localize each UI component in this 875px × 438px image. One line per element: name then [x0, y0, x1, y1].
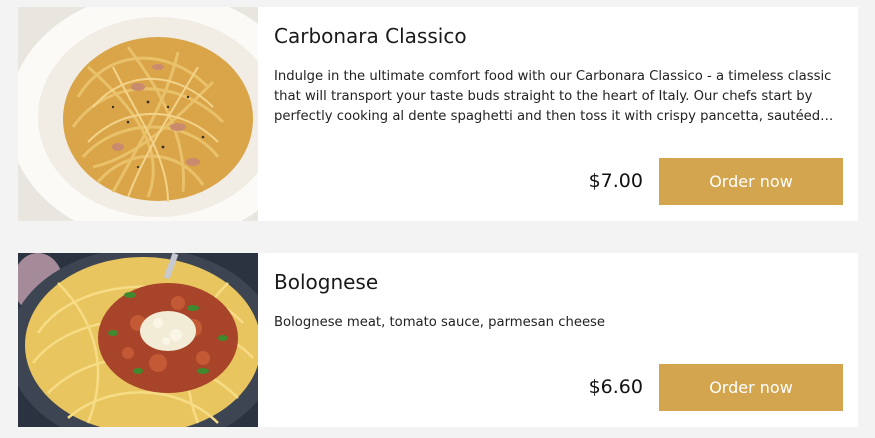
menu-item-card: Carbonara Classico Indulge in the ultima… — [18, 7, 858, 221]
menu-item-title: Carbonara Classico — [274, 24, 467, 48]
menu-item-content: Carbonara Classico Indulge in the ultima… — [258, 7, 858, 221]
carbonara-photo — [18, 7, 258, 221]
order-now-button[interactable]: Order now — [659, 364, 843, 411]
order-now-button[interactable]: Order now — [659, 158, 843, 205]
bolognese-image — [18, 253, 258, 427]
menu-item-price: $6.60 — [588, 376, 643, 398]
menu-item-description: Bolognese meat, tomato sauce, parmesan c… — [274, 315, 606, 330]
menu-item-description: Indulge in the ultimate comfort food wit… — [274, 69, 832, 124]
menu-item-content: Bolognese Bolognese meat, tomato sauce, … — [258, 253, 858, 427]
bolognese-photo — [18, 253, 258, 427]
menu-item-price: $7.00 — [588, 170, 643, 192]
menu-item-card: Bolognese Bolognese meat, tomato sauce, … — [18, 253, 858, 427]
carbonara-image — [18, 7, 258, 221]
menu-item-title: Bolognese — [274, 270, 379, 294]
